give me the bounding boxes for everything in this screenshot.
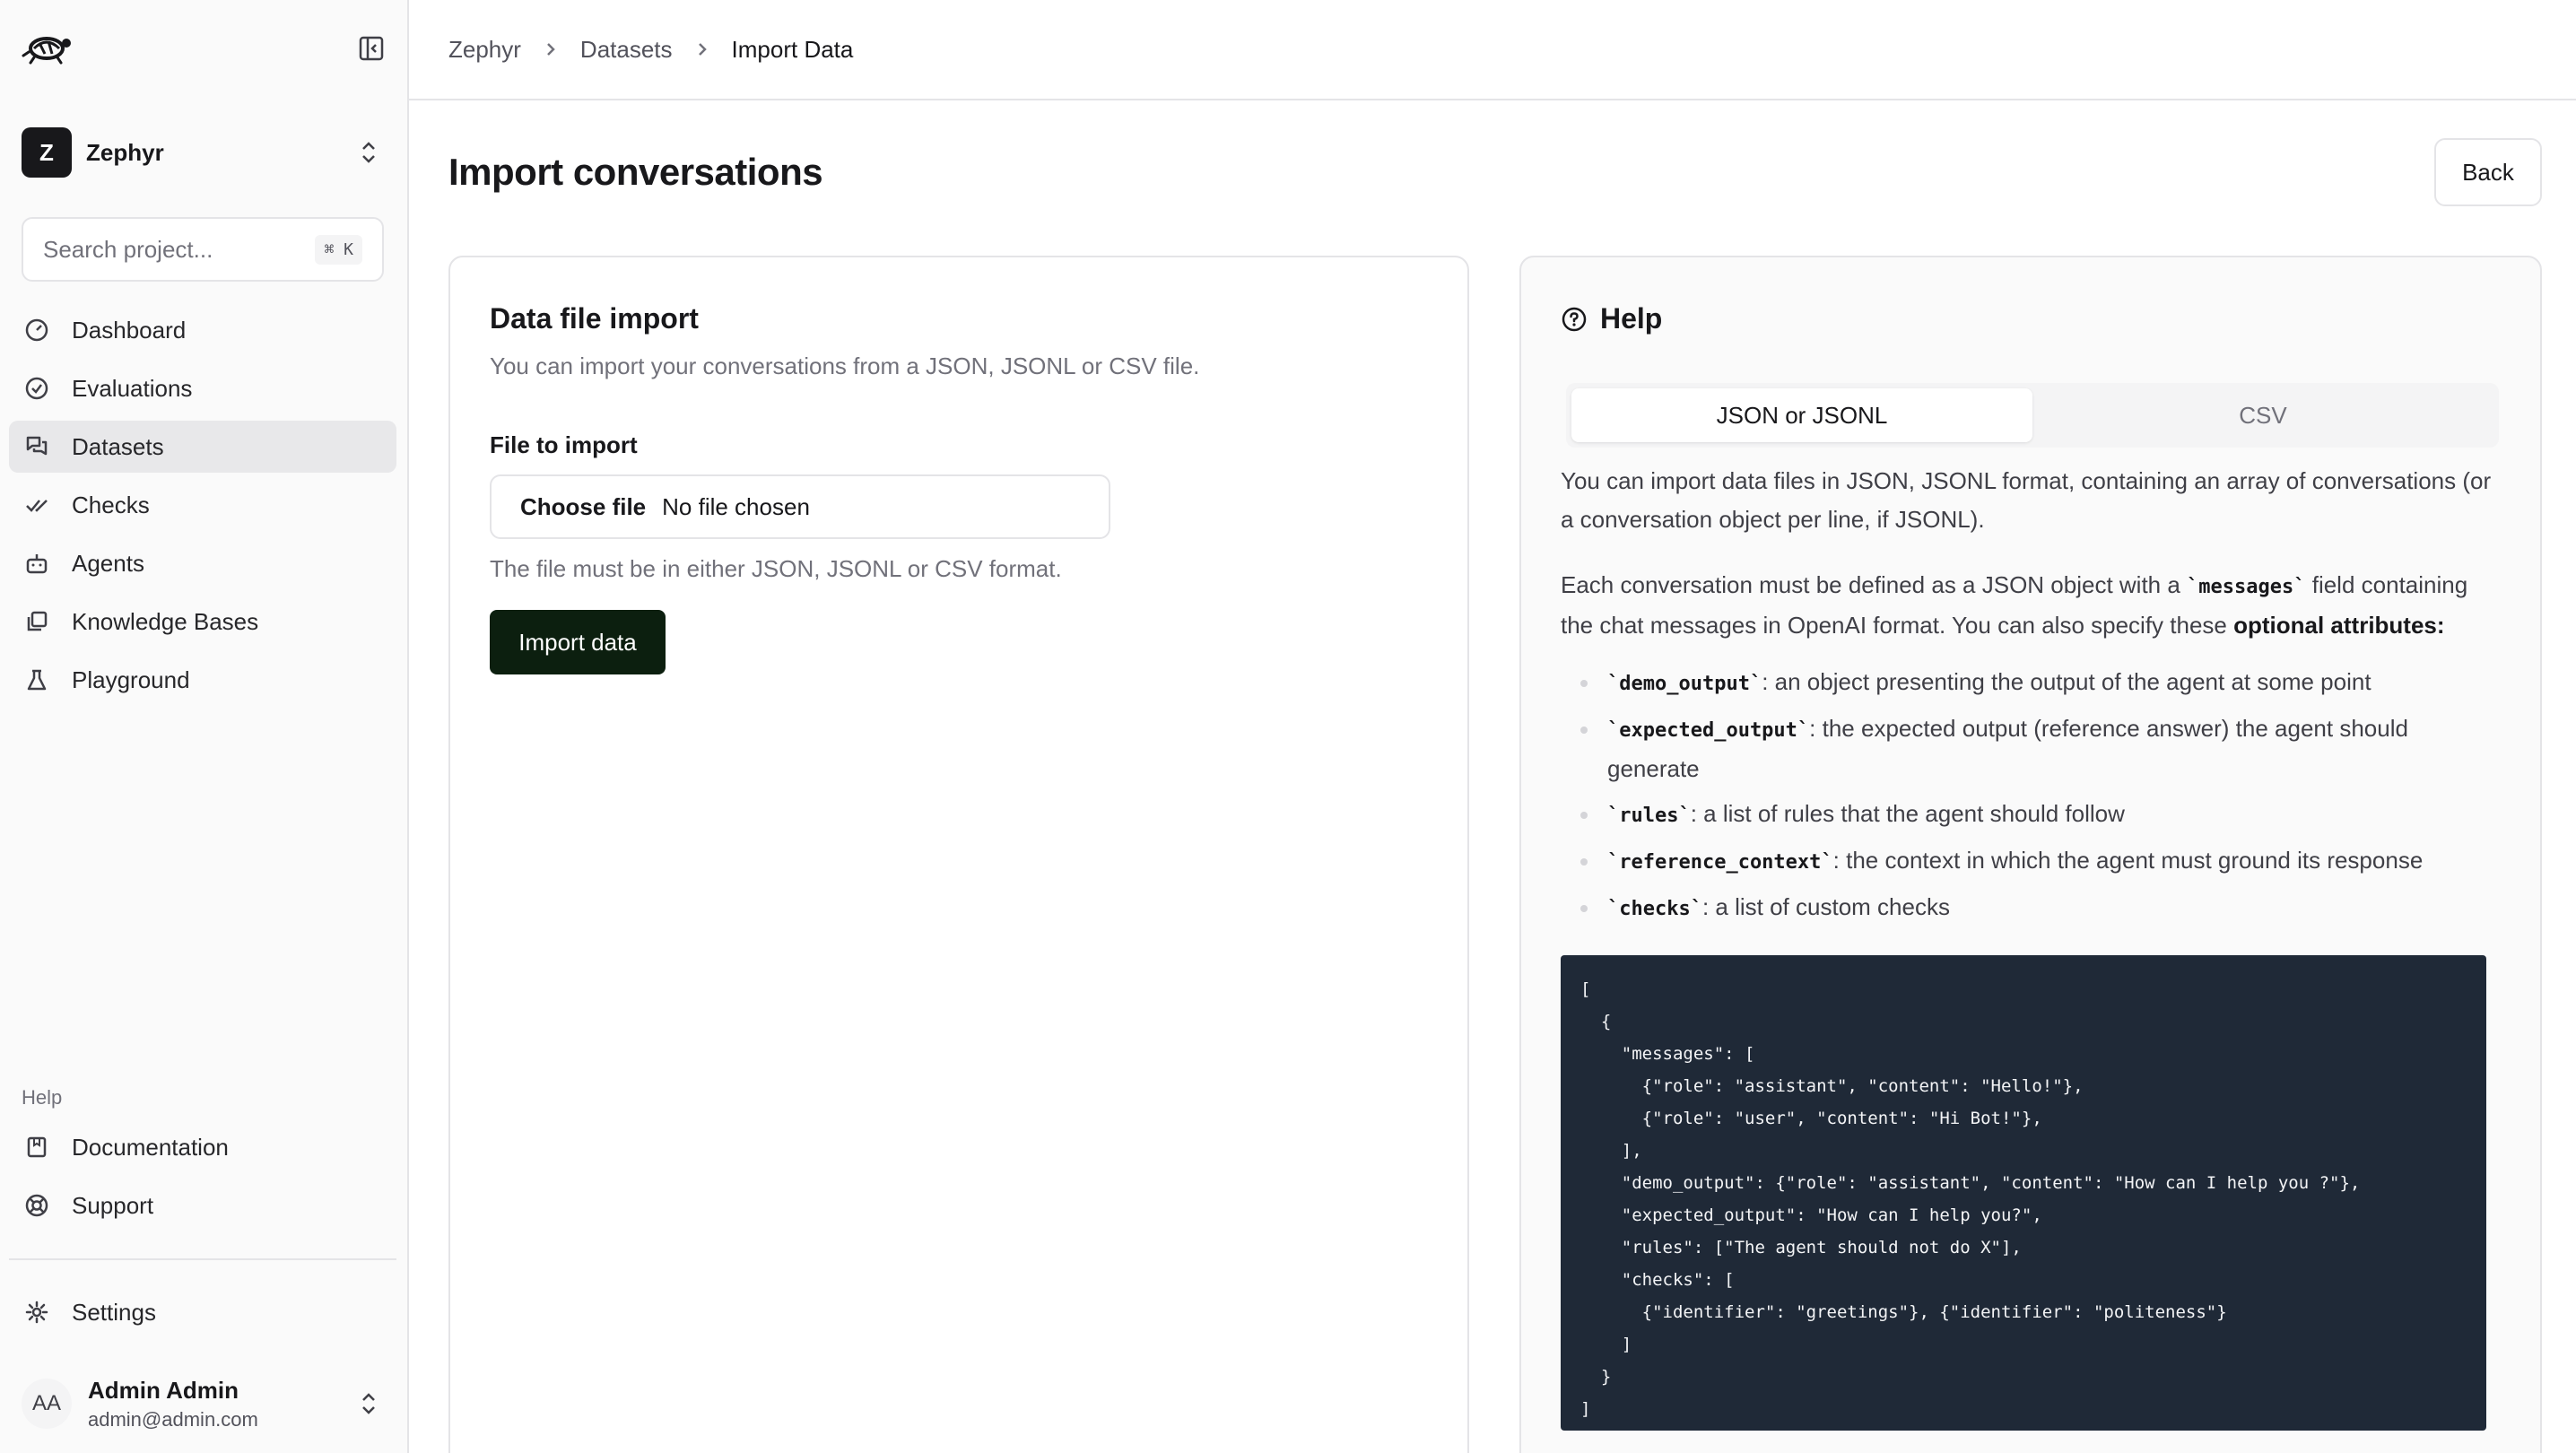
sidebar-item-label: Datasets xyxy=(72,432,164,460)
format-tabs: JSON or JSONL CSV xyxy=(1566,383,2499,448)
inline-code: `demo_output` xyxy=(1607,673,1762,695)
check-circle-icon xyxy=(23,375,50,402)
help-circle-icon xyxy=(1562,307,1587,331)
lifebuoy-icon xyxy=(23,1192,50,1219)
search-placeholder: Search project... xyxy=(43,235,213,263)
file-input[interactable]: Choose file No file chosen xyxy=(490,474,1110,539)
attribute-description: : a list of rules that the agent should … xyxy=(1690,800,2125,827)
list-item: `reference_context`: the context in whic… xyxy=(1580,841,2502,882)
file-field-label: File to import xyxy=(490,431,638,458)
tab-json-jsonl[interactable]: JSON or JSONL xyxy=(1571,388,2032,442)
list-item: `demo_output`: an object presenting the … xyxy=(1580,663,2502,703)
chevrons-up-down-icon xyxy=(362,1393,375,1414)
sidebar-item-settings[interactable]: Settings xyxy=(9,1286,396,1338)
chevron-right-icon xyxy=(544,40,557,58)
flask-icon xyxy=(23,666,50,693)
help-strong-text: optional attributes: xyxy=(2233,612,2445,639)
import-card: Data file import You can import your con… xyxy=(448,256,1469,1453)
breadcrumb-item-current: Import Data xyxy=(731,35,854,63)
attribute-description: : a list of custom checks xyxy=(1701,893,1950,920)
dashboard-icon xyxy=(23,317,50,344)
breadcrumb: Zephyr Datasets Import Data xyxy=(409,0,2576,100)
file-field-hint: The file must be in either JSON, JSONL o… xyxy=(490,555,1062,582)
breadcrumb-item-datasets[interactable]: Datasets xyxy=(580,36,673,64)
inline-code: `checks` xyxy=(1607,898,1702,920)
main-nav: Dashboard Evaluations Datasets Checks Ag… xyxy=(9,304,396,712)
list-item: `expected_output`: the expected output (… xyxy=(1580,709,2502,788)
sidebar: Z Zephyr Search project... ⌘ K Dashboard… xyxy=(0,0,409,1453)
sidebar-item-evaluations[interactable]: Evaluations xyxy=(9,362,396,414)
sidebar-item-datasets[interactable]: Datasets xyxy=(9,421,396,473)
import-data-button[interactable]: Import data xyxy=(490,610,666,674)
project-name: Zephyr xyxy=(86,138,164,166)
chevrons-up-down-icon xyxy=(362,142,375,163)
sidebar-divider xyxy=(9,1258,396,1260)
list-item: `checks`: a list of custom checks xyxy=(1580,888,2502,928)
search-shortcut-badge: ⌘ K xyxy=(315,234,362,265)
project-switcher[interactable]: Z Zephyr xyxy=(22,126,387,179)
choose-file-button[interactable]: Choose file xyxy=(520,493,646,521)
help-card: Help JSON or JSONL CSV You can import da… xyxy=(1519,256,2542,1453)
check-double-icon xyxy=(23,492,50,518)
sidebar-item-label: Dashboard xyxy=(72,316,187,344)
sidebar-item-label: Documentation xyxy=(72,1133,229,1161)
sidebar-item-label: Knowledge Bases xyxy=(72,607,259,635)
back-button[interactable]: Back xyxy=(2434,138,2542,206)
sidebar-item-label: Settings xyxy=(72,1298,156,1326)
sidebar-item-knowledge-bases[interactable]: Knowledge Bases xyxy=(9,596,396,648)
sidebar-item-playground[interactable]: Playground xyxy=(9,654,396,706)
json-code-example: [ { "messages": [ {"role": "assistant", … xyxy=(1561,955,2486,1431)
avatar: AA xyxy=(22,1379,72,1429)
help-section-title: Help xyxy=(22,1086,63,1109)
help-body: You can import data files in JSON, JSONL… xyxy=(1561,462,2502,935)
import-card-description: You can import your conversations from a… xyxy=(490,352,1200,379)
sidebar-item-label: Playground xyxy=(72,666,190,693)
collapse-sidebar-icon[interactable] xyxy=(357,34,386,63)
sidebar-item-label: Checks xyxy=(72,491,150,518)
help-nav: Documentation Support xyxy=(9,1121,396,1238)
sidebar-item-documentation[interactable]: Documentation xyxy=(9,1121,396,1173)
user-name: Admin Admin xyxy=(88,1376,239,1404)
book-icon xyxy=(23,1134,50,1161)
user-email: admin@admin.com xyxy=(88,1407,258,1431)
chevron-right-icon xyxy=(696,40,709,58)
attribute-description: : the context in which the agent must gr… xyxy=(1832,847,2424,874)
inline-code: `expected_output` xyxy=(1607,719,1810,742)
tab-csv[interactable]: CSV xyxy=(2032,388,2493,442)
breadcrumb-item-project[interactable]: Zephyr xyxy=(448,36,521,64)
turtle-logo-icon[interactable] xyxy=(22,29,75,65)
attribute-description: : an object presenting the output of the… xyxy=(1762,668,2371,695)
sidebar-item-label: Evaluations xyxy=(72,374,193,402)
bot-icon xyxy=(23,550,50,577)
settings-nav: Settings xyxy=(9,1286,396,1344)
inline-code: `rules` xyxy=(1607,805,1691,827)
file-status-text: No file chosen xyxy=(662,492,810,520)
attribute-list: `demo_output`: an object presenting the … xyxy=(1561,663,2502,928)
gear-icon xyxy=(23,1299,50,1326)
inline-code: `messages` xyxy=(2187,576,2306,598)
help-title: Help xyxy=(1600,302,1663,335)
messages-icon xyxy=(23,433,50,460)
import-card-title: Data file import xyxy=(490,302,699,335)
project-avatar: Z xyxy=(22,127,72,178)
help-header: Help xyxy=(1561,302,1662,335)
help-attributes-paragraph: Each conversation must be defined as a J… xyxy=(1561,566,2502,645)
help-intro: You can import data files in JSON, JSONL… xyxy=(1561,467,2492,533)
sidebar-item-agents[interactable]: Agents xyxy=(9,537,396,589)
sidebar-item-support[interactable]: Support xyxy=(9,1179,396,1231)
sidebar-item-checks[interactable]: Checks xyxy=(9,479,396,531)
library-icon xyxy=(23,608,50,635)
page-title: Import conversations xyxy=(448,151,823,193)
search-project-input[interactable]: Search project... ⌘ K xyxy=(22,217,384,282)
list-item: `rules`: a list of rules that the agent … xyxy=(1580,795,2502,835)
user-info: Admin Admin admin@admin.com xyxy=(88,1377,258,1431)
inline-code: `reference_context` xyxy=(1607,851,1833,874)
sidebar-item-dashboard[interactable]: Dashboard xyxy=(9,304,396,356)
help-text: Each conversation must be defined as a J… xyxy=(1561,571,2188,598)
sidebar-item-label: Support xyxy=(72,1191,154,1219)
sidebar-item-label: Agents xyxy=(72,549,144,577)
user-menu[interactable]: AA Admin Admin admin@admin.com xyxy=(22,1374,387,1433)
